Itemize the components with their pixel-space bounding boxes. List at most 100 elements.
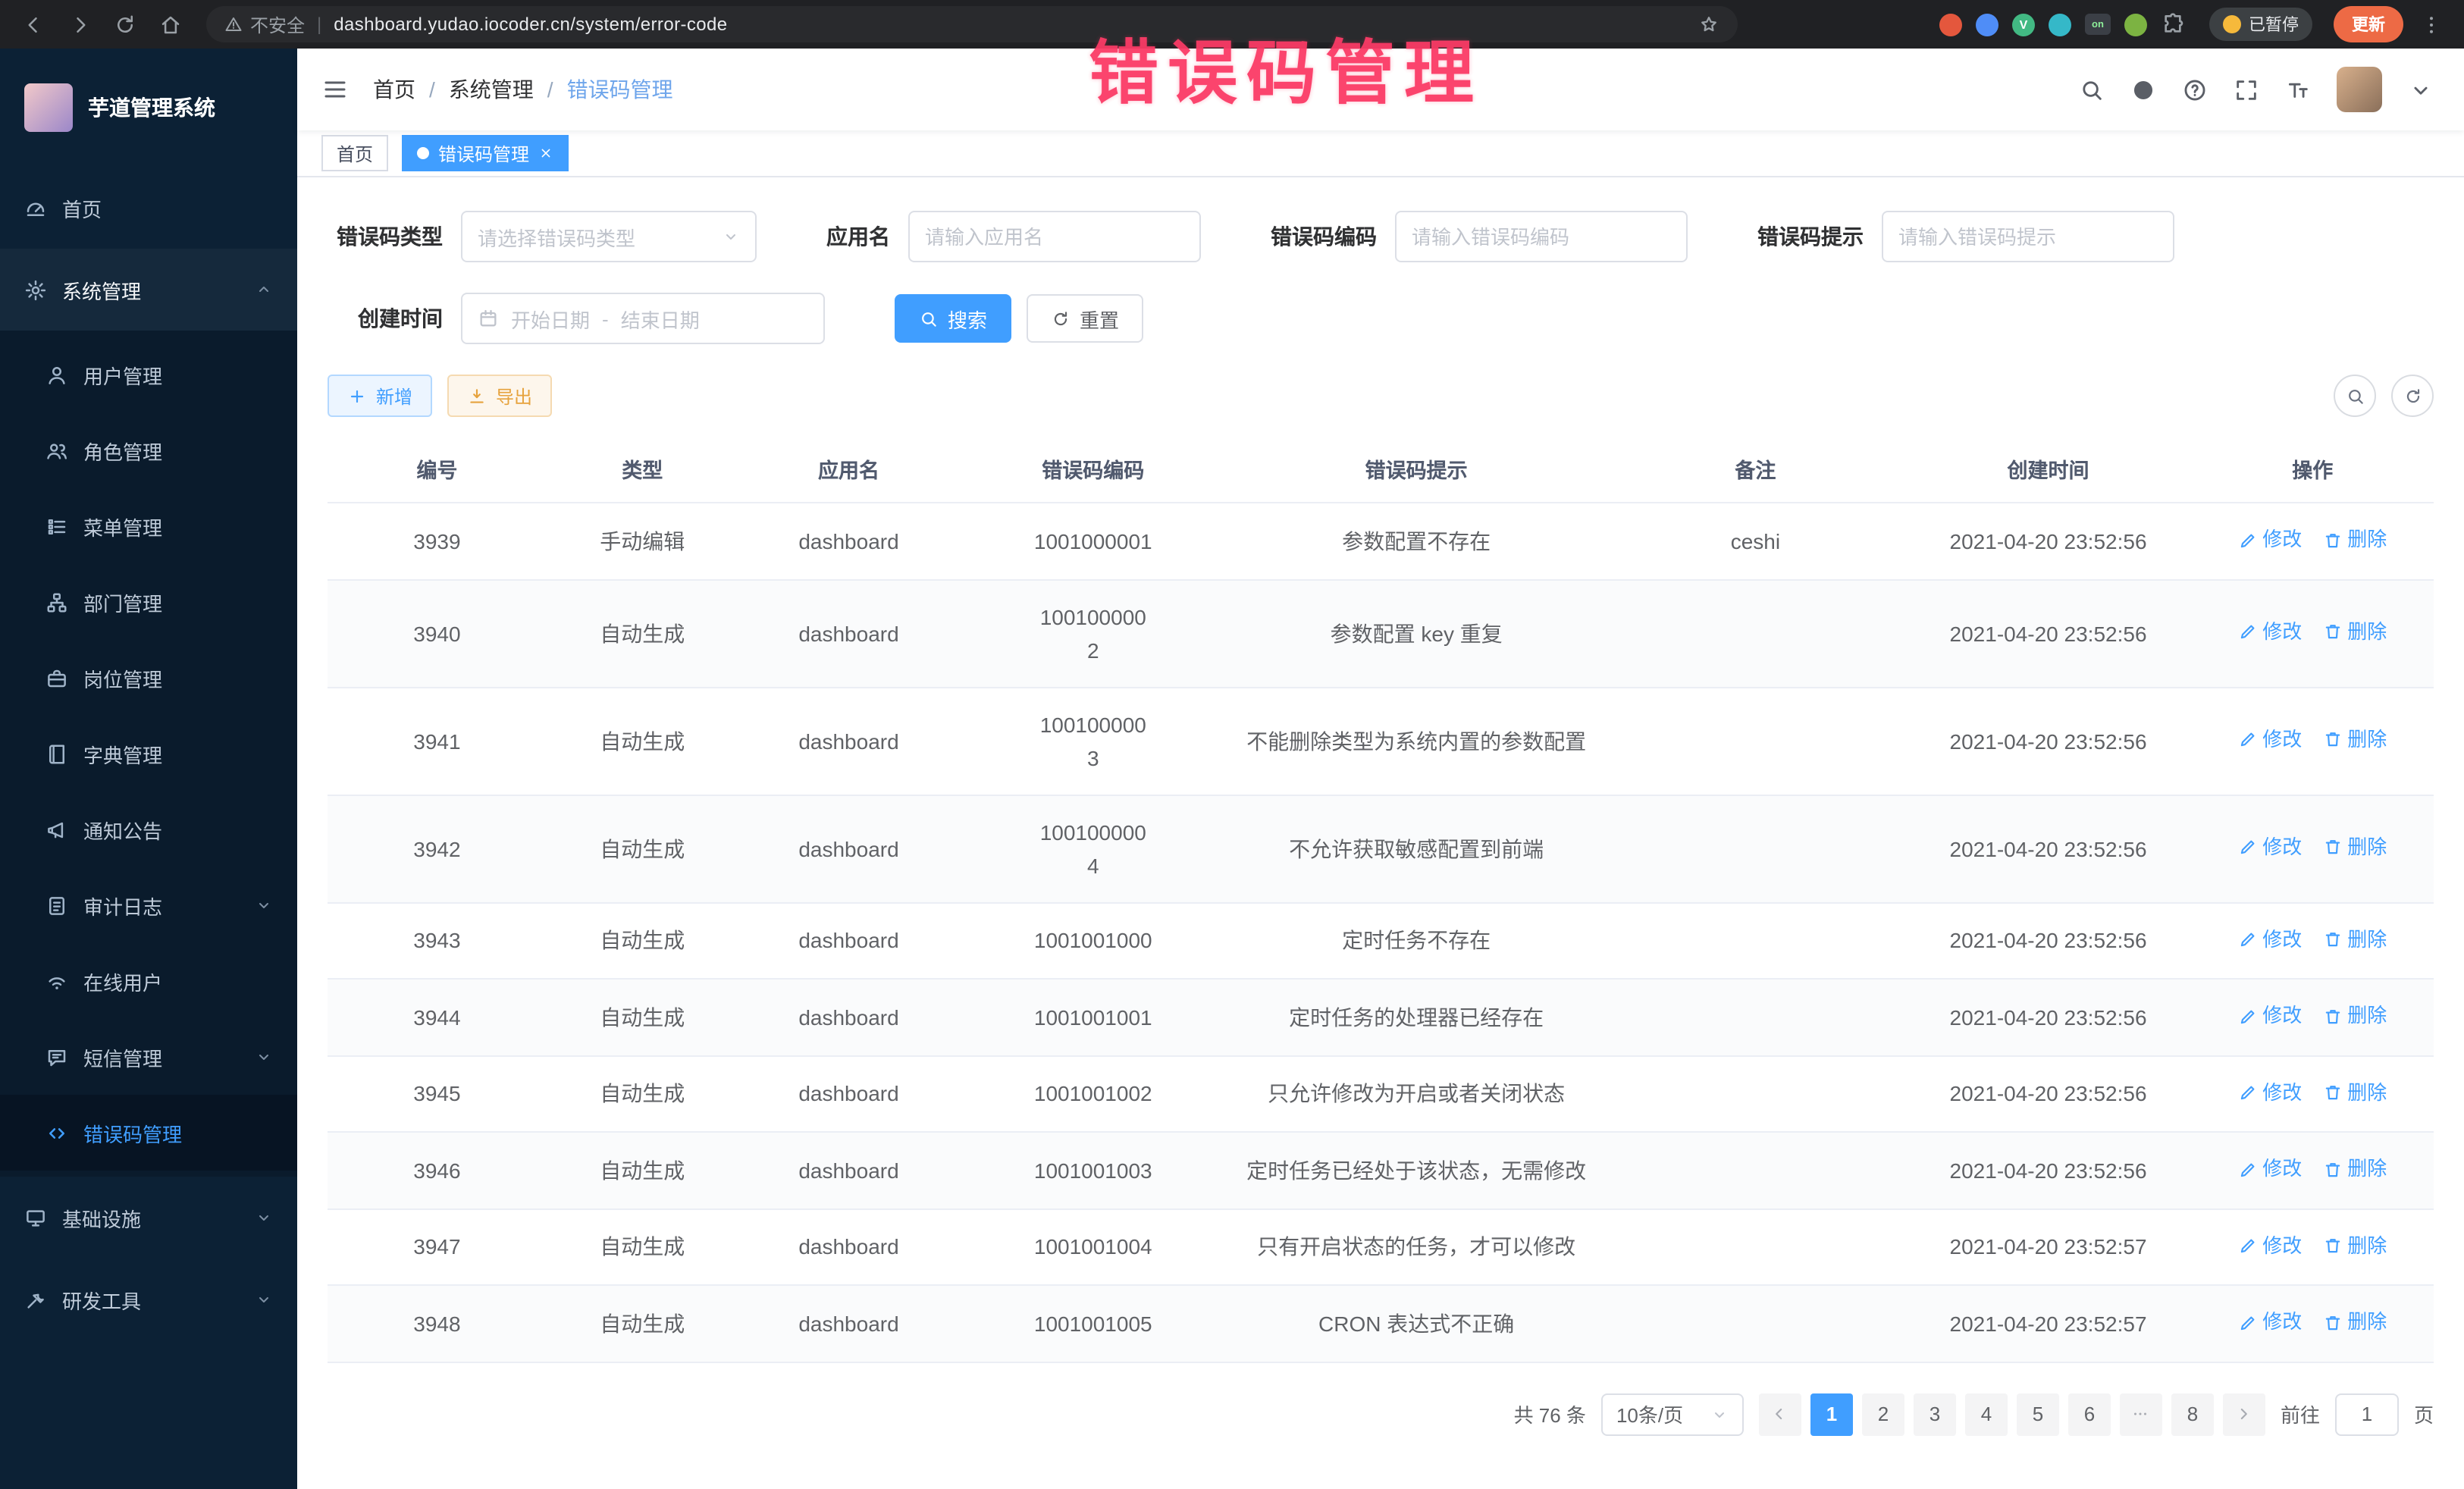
sidebar-item[interactable]: 错误码管理 (0, 1095, 297, 1171)
back-icon[interactable] (15, 6, 52, 42)
delete-link[interactable]: 删除 (2323, 923, 2387, 956)
next-page-button[interactable] (2223, 1393, 2265, 1435)
error-code-input[interactable] (1395, 211, 1688, 262)
forward-icon[interactable] (61, 6, 97, 42)
breadcrumb-item[interactable]: 系统管理 (449, 74, 534, 105)
reload-icon[interactable] (106, 6, 143, 42)
sidebar-item[interactable]: 部门管理 (0, 564, 297, 640)
sidebar-logo[interactable]: 芋道管理系统 (0, 49, 297, 167)
org-icon (45, 591, 68, 613)
sidebar-item-label: 部门管理 (83, 588, 273, 616)
font-size-icon[interactable] (2285, 77, 2311, 102)
sidebar-item[interactable]: 字典管理 (0, 716, 297, 792)
tag-view[interactable]: 首页 (321, 135, 388, 171)
extensions-area: V on (1939, 12, 2185, 36)
search-icon[interactable] (2079, 77, 2105, 102)
sidebar-item[interactable]: 审计日志 (0, 867, 297, 943)
extension-icon[interactable]: on (2085, 14, 2111, 35)
breadcrumb-item[interactable]: 首页 (373, 74, 415, 105)
reset-button[interactable]: 重置 (1027, 294, 1143, 343)
app-name-input[interactable] (908, 211, 1201, 262)
home-icon[interactable] (152, 6, 188, 42)
delete-link[interactable]: 删除 (2323, 616, 2387, 649)
edit-link[interactable]: 修改 (2238, 523, 2302, 556)
sidebar-item[interactable]: 研发工具 (0, 1259, 297, 1340)
export-button[interactable]: 导出 (447, 375, 552, 417)
sidebar-item[interactable]: 角色管理 (0, 412, 297, 488)
goto-page-input[interactable] (2335, 1393, 2399, 1435)
delete-link[interactable]: 删除 (2323, 1229, 2387, 1262)
pager-more-button[interactable] (2120, 1393, 2162, 1435)
edit-link[interactable]: 修改 (2238, 616, 2302, 649)
toggle-search-button[interactable] (2334, 375, 2376, 417)
browser-menu-icon[interactable] (2412, 6, 2449, 42)
edit-link[interactable]: 修改 (2238, 1076, 2302, 1109)
hamburger-icon[interactable] (321, 76, 349, 103)
update-button[interactable]: 更新 (2334, 6, 2403, 42)
sidebar-item[interactable]: 基础设施 (0, 1177, 297, 1259)
chevron-down-icon[interactable] (2408, 77, 2434, 102)
sidebar-item[interactable]: 在线用户 (0, 943, 297, 1019)
user-avatar[interactable] (2337, 67, 2382, 112)
delete-link[interactable]: 删除 (2323, 999, 2387, 1033)
sidebar-item[interactable]: 用户管理 (0, 337, 297, 412)
sidebar-item[interactable]: 菜单管理 (0, 488, 297, 564)
fullscreen-icon[interactable] (2234, 77, 2259, 102)
create-time-range[interactable]: 开始日期 - 结束日期 (461, 293, 825, 344)
delete-link[interactable]: 删除 (2323, 1152, 2387, 1186)
page-button[interactable]: 5 (2017, 1393, 2059, 1435)
page-button[interactable]: 8 (2171, 1393, 2214, 1435)
sidebar-item-label: 首页 (62, 193, 273, 222)
page-button[interactable]: 6 (2068, 1393, 2111, 1435)
tag-view[interactable]: 错误码管理 (402, 135, 569, 171)
error-msg-input[interactable] (1882, 211, 2174, 262)
address-bar[interactable]: 不安全 | dashboard.yudao.iocoder.cn/system/… (206, 6, 1738, 42)
sidebar-item[interactable]: 岗位管理 (0, 640, 297, 716)
page-button[interactable]: 2 (1862, 1393, 1904, 1435)
extension-icon[interactable] (1976, 13, 1998, 36)
bookmark-star-icon[interactable] (1698, 14, 1719, 35)
edit-link[interactable]: 修改 (2238, 723, 2302, 757)
edit-link[interactable]: 修改 (2238, 1229, 2302, 1262)
cell-app: dashboard (738, 979, 960, 1055)
paused-badge[interactable]: 已暂停 (2209, 8, 2312, 41)
error-type-select[interactable]: 请选择错误码类型 (461, 211, 757, 262)
table-toolbar: 新增 导出 (328, 375, 2434, 417)
sidebar-item[interactable]: 短信管理 (0, 1019, 297, 1095)
sidebar-item-label: 用户管理 (83, 360, 273, 389)
github-icon[interactable] (2130, 77, 2156, 102)
extension-icon[interactable] (2124, 13, 2147, 36)
edit-link[interactable]: 修改 (2238, 831, 2302, 864)
delete-link[interactable]: 删除 (2323, 1306, 2387, 1339)
help-icon[interactable] (2182, 77, 2208, 102)
edit-link[interactable]: 修改 (2238, 1306, 2302, 1339)
sidebar-item[interactable]: 系统管理 (0, 249, 297, 331)
add-button[interactable]: 新增 (328, 375, 432, 417)
extension-icon[interactable]: V (2012, 13, 2035, 36)
edit-link[interactable]: 修改 (2238, 1152, 2302, 1186)
close-icon[interactable] (538, 146, 553, 161)
cell-remark (1606, 1208, 1904, 1285)
extension-icon[interactable] (1939, 13, 1962, 36)
cell-actions: 修改删除 (2191, 795, 2434, 902)
page-button[interactable]: 3 (1914, 1393, 1956, 1435)
refresh-table-button[interactable] (2391, 375, 2434, 417)
edit-link[interactable]: 修改 (2238, 923, 2302, 956)
sidebar-item-label: 在线用户 (83, 967, 273, 995)
sidebar-submenu: 用户管理角色管理菜单管理部门管理岗位管理字典管理通知公告审计日志在线用户短信管理… (0, 331, 297, 1177)
sidebar-item[interactable]: 通知公告 (0, 792, 297, 867)
delete-link[interactable]: 删除 (2323, 523, 2387, 556)
page-button[interactable]: 1 (1810, 1393, 1853, 1435)
edit-icon (2238, 730, 2258, 750)
search-button[interactable]: 搜索 (895, 294, 1011, 343)
prev-page-button[interactable] (1759, 1393, 1801, 1435)
page-button[interactable]: 4 (1965, 1393, 2008, 1435)
edit-link[interactable]: 修改 (2238, 999, 2302, 1033)
extensions-puzzle-icon[interactable] (2161, 12, 2185, 36)
delete-link[interactable]: 删除 (2323, 723, 2387, 757)
sidebar-item[interactable]: 首页 (0, 167, 297, 249)
delete-link[interactable]: 删除 (2323, 831, 2387, 864)
delete-link[interactable]: 删除 (2323, 1076, 2387, 1109)
page-size-select[interactable]: 10条/页 (1601, 1393, 1744, 1435)
extension-icon[interactable] (2049, 13, 2071, 36)
